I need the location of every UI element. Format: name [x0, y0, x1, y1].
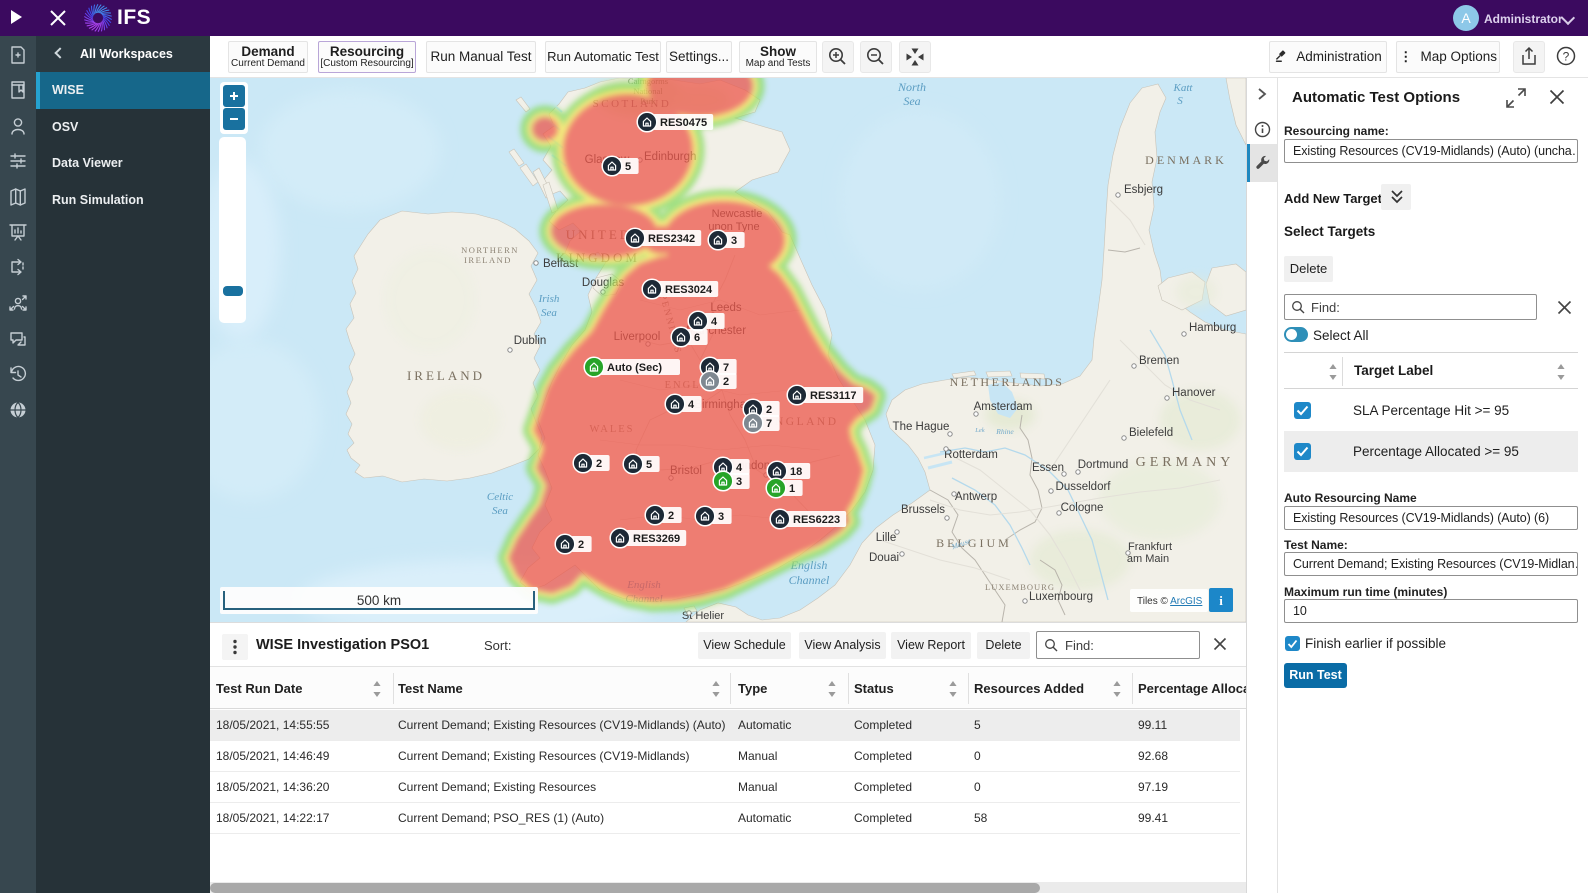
svg-text:18: 18 [790, 466, 802, 478]
svg-text:5: 5 [625, 161, 631, 173]
svg-text:500 km: 500 km [357, 593, 401, 608]
svg-text:Dortmund: Dortmund [1078, 459, 1129, 471]
svg-text:Antwerp: Antwerp [955, 491, 997, 503]
svg-text:2: 2 [596, 458, 602, 470]
svg-text:3: 3 [718, 511, 724, 523]
svg-text:NORTHERN: NORTHERN [461, 245, 519, 255]
svg-text:1: 1 [789, 483, 795, 495]
svg-text:IRELAND: IRELAND [407, 368, 485, 383]
svg-text:Lek: Lek [974, 427, 985, 434]
svg-text:Luxembourg: Luxembourg [1029, 591, 1093, 603]
svg-text:3: 3 [736, 476, 742, 488]
svg-text:Hamburg: Hamburg [1189, 322, 1236, 334]
svg-text:Bielefeld: Bielefeld [1129, 427, 1173, 439]
svg-text:IRELAND: IRELAND [464, 255, 512, 265]
svg-text:Irish: Irish [538, 293, 560, 305]
svg-text:RES3117: RES3117 [810, 390, 856, 402]
svg-text:i: i [1219, 593, 1223, 608]
svg-text:Dublin: Dublin [514, 335, 547, 347]
svg-text:3: 3 [731, 235, 737, 247]
svg-text:5: 5 [646, 459, 652, 471]
svg-text:Celtic: Celtic [487, 491, 513, 503]
svg-text:?: ? [1563, 50, 1570, 64]
svg-text:Lille: Lille [876, 532, 896, 544]
svg-text:Dusseldorf: Dusseldorf [1056, 481, 1112, 493]
svg-text:2: 2 [668, 510, 674, 522]
svg-text:RES3269: RES3269 [633, 533, 680, 545]
svg-text:Cologne: Cologne [1061, 502, 1104, 514]
svg-text:Katt: Katt [1173, 82, 1194, 94]
svg-text:Sea: Sea [903, 94, 920, 108]
svg-text:Channel: Channel [789, 573, 830, 587]
svg-text:RES2342: RES2342 [648, 233, 695, 245]
svg-text:4: 4 [736, 462, 743, 474]
svg-text:Rhine: Rhine [995, 427, 1014, 436]
svg-text:Sea: Sea [541, 307, 557, 319]
svg-text:Frankfurt: Frankfurt [1128, 541, 1172, 553]
svg-text:NETHERLANDS: NETHERLANDS [950, 375, 1065, 389]
svg-text:am Main: am Main [1127, 553, 1169, 565]
svg-text:Rotterdam: Rotterdam [944, 449, 998, 461]
svg-text:North: North [897, 80, 926, 94]
svg-text:GERMANY: GERMANY [1136, 455, 1235, 470]
svg-text:Sea: Sea [492, 505, 508, 517]
svg-text:BELGIUM: BELGIUM [936, 536, 1012, 550]
svg-text:Esbjerg: Esbjerg [1124, 184, 1163, 196]
svg-text:Essen: Essen [1032, 462, 1064, 474]
svg-text:Hanover: Hanover [1172, 387, 1216, 399]
svg-text:4: 4 [688, 399, 695, 411]
svg-text:Auto (Sec): Auto (Sec) [607, 362, 662, 374]
svg-text:Brussels: Brussels [901, 504, 945, 516]
svg-text:The Hague: The Hague [893, 421, 950, 433]
svg-text:DENMARK: DENMARK [1145, 153, 1227, 167]
svg-text:RES3024: RES3024 [665, 284, 713, 296]
svg-text:6: 6 [694, 332, 700, 344]
svg-text:S: S [1177, 95, 1183, 107]
svg-text:RES6223: RES6223 [793, 514, 840, 526]
svg-text:2: 2 [766, 404, 772, 416]
svg-text:Amsterdam: Amsterdam [974, 401, 1033, 413]
svg-text:2: 2 [723, 376, 729, 388]
svg-text:Tiles © ArcGIS: Tiles © ArcGIS [1137, 596, 1203, 607]
svg-text:4: 4 [711, 316, 718, 328]
svg-text:RES0475: RES0475 [660, 117, 707, 129]
svg-text:Douai: Douai [869, 552, 899, 564]
svg-text:7: 7 [766, 418, 772, 430]
svg-text:Bremen: Bremen [1139, 355, 1179, 367]
svg-text:7: 7 [723, 362, 729, 374]
svg-text:2: 2 [578, 539, 584, 551]
